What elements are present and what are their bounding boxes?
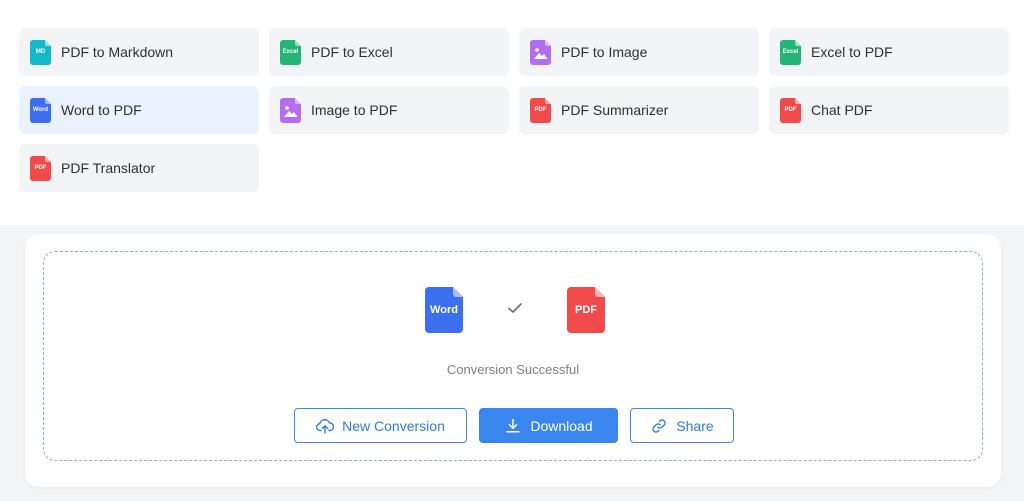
new-conversion-button[interactable]: New Conversion xyxy=(294,408,467,443)
tool-grid: MD PDF to Markdown Excel PDF to Excel PDF to… xyxy=(19,28,1009,192)
tool-card-pdf-to-markdown[interactable]: MD PDF to Markdown xyxy=(19,28,259,76)
pdf-file-icon: PDF xyxy=(30,155,51,181)
tool-card-label: PDF Translator xyxy=(61,160,156,176)
tool-card-label: PDF Summarizer xyxy=(561,102,669,118)
tool-card-pdf-to-image[interactable]: PDF to Image xyxy=(519,28,759,76)
word-file-icon: Word xyxy=(425,287,463,333)
tool-card-label: PDF to Markdown xyxy=(61,44,174,60)
link-icon xyxy=(650,417,668,435)
pdf-file-icon: PDF xyxy=(530,97,551,123)
tool-card-label: Image to PDF xyxy=(311,102,398,118)
tool-card-excel-to-pdf[interactable]: Excel Excel to PDF xyxy=(769,28,1009,76)
tool-card-label: Word to PDF xyxy=(61,102,142,118)
file-badge-text: MD xyxy=(35,48,46,55)
cloud-upload-icon xyxy=(316,417,335,435)
tool-card-label: PDF to Excel xyxy=(311,44,393,60)
tool-card-image-to-pdf[interactable]: Image to PDF xyxy=(269,86,509,134)
tool-card-pdf-translator[interactable]: PDF PDF Translator xyxy=(19,144,259,192)
new-conversion-label: New Conversion xyxy=(342,417,445,434)
tool-card-chat-pdf[interactable]: PDF Chat PDF xyxy=(769,86,1009,134)
file-badge-text: PDF xyxy=(784,106,797,113)
excel-file-icon: Excel xyxy=(280,39,301,65)
file-badge-text: Excel xyxy=(782,48,799,55)
check-icon xyxy=(508,303,522,313)
tool-card-label: Chat PDF xyxy=(811,102,873,118)
from-file-label: Word xyxy=(430,304,458,316)
image-file-icon xyxy=(530,39,551,65)
image-file-icon xyxy=(280,97,301,123)
to-file-label: PDF xyxy=(575,304,597,316)
file-badge-text: PDF xyxy=(534,106,547,113)
excel-file-icon: Excel xyxy=(780,39,801,65)
file-badge-text: Word xyxy=(32,106,49,113)
download-button[interactable]: Download xyxy=(479,408,618,443)
tool-card-pdf-to-excel[interactable]: Excel PDF to Excel xyxy=(269,28,509,76)
md-file-icon: MD xyxy=(30,39,51,65)
conversion-result-box: Word PDF Conversion Successful New Conve… xyxy=(43,251,983,461)
pdf-file-icon: PDF xyxy=(780,97,801,123)
tool-card-label: Excel to PDF xyxy=(811,44,893,60)
conversion-status-text: Conversion Successful xyxy=(446,362,580,377)
tool-card-pdf-summarizer[interactable]: PDF PDF Summarizer xyxy=(519,86,759,134)
download-icon xyxy=(504,417,522,435)
share-label: Share xyxy=(676,417,714,434)
word-file-icon: Word xyxy=(30,97,51,123)
pdf-file-icon: PDF xyxy=(567,287,605,333)
file-badge-text: Excel xyxy=(282,48,299,55)
download-label: Download xyxy=(530,417,593,434)
conversion-panel: Word PDF Conversion Successful New Conve… xyxy=(25,234,1001,487)
file-badge-text: PDF xyxy=(34,164,47,171)
share-button[interactable]: Share xyxy=(630,408,734,443)
tool-card-label: PDF to Image xyxy=(561,44,648,60)
tool-card-word-to-pdf[interactable]: Word Word to PDF xyxy=(19,86,259,134)
